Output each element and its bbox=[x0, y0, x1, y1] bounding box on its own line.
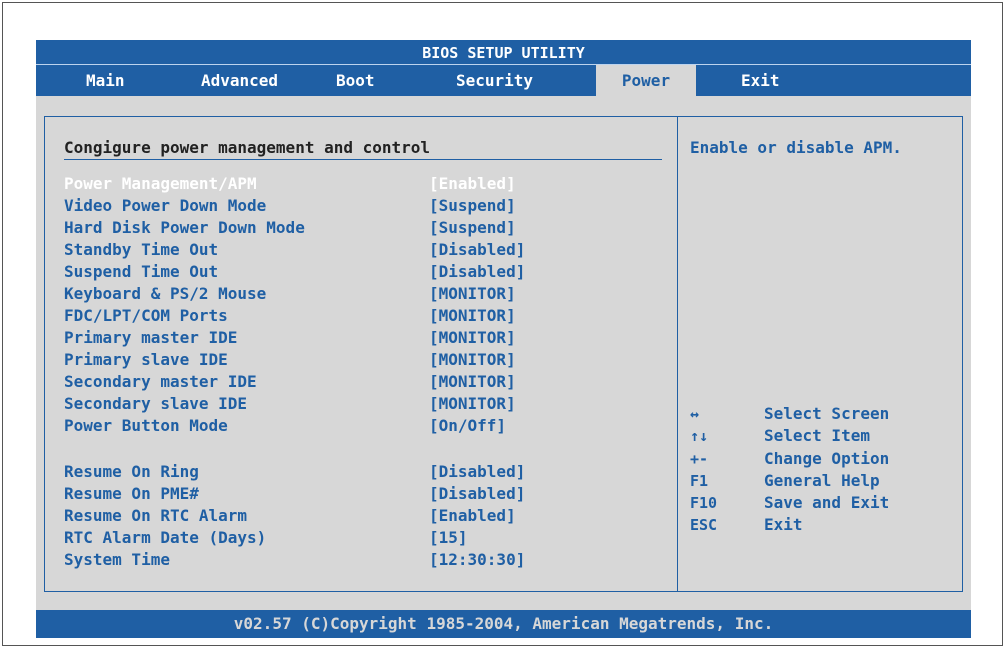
key-label: F1 bbox=[690, 472, 709, 490]
setting-resume-on-ring[interactable]: Resume On Ring [Disabled] bbox=[64, 461, 525, 483]
setting-value[interactable]: [Suspend] bbox=[429, 195, 516, 217]
setting-value[interactable]: [MONITOR] bbox=[429, 393, 516, 415]
setting-label: Resume On RTC Alarm bbox=[64, 506, 248, 525]
key-hint-exit: ESC Exit bbox=[690, 514, 803, 536]
setting-label: Primary slave IDE bbox=[64, 350, 228, 369]
setting-hard-disk-power-down-mode[interactable]: Hard Disk Power Down Mode [Suspend] bbox=[64, 217, 516, 239]
setting-suspend-time-out[interactable]: Suspend Time Out [Disabled] bbox=[64, 261, 525, 283]
setting-value[interactable]: [MONITOR] bbox=[429, 283, 516, 305]
setting-label: Resume On PME# bbox=[64, 484, 199, 503]
setting-secondary-slave-ide[interactable]: Secondary slave IDE [MONITOR] bbox=[64, 393, 516, 415]
key-action: Exit bbox=[764, 515, 803, 534]
setting-value[interactable]: [Enabled] bbox=[429, 505, 516, 527]
setting-resume-on-pme[interactable]: Resume On PME# [Disabled] bbox=[64, 483, 525, 505]
setting-keyboard-ps2-mouse[interactable]: Keyboard & PS/2 Mouse [MONITOR] bbox=[64, 283, 516, 305]
setting-primary-master-ide[interactable]: Primary master IDE [MONITOR] bbox=[64, 327, 516, 349]
setting-label: Secondary slave IDE bbox=[64, 394, 248, 413]
section-title: Congigure power management and control bbox=[64, 138, 431, 157]
setting-label: RTC Alarm Date (Days) bbox=[64, 528, 267, 547]
setting-value[interactable]: [15] bbox=[429, 527, 468, 549]
setting-label: Power Management/APM bbox=[64, 174, 257, 193]
setting-label: Secondary master IDE bbox=[64, 372, 257, 391]
setting-primary-slave-ide[interactable]: Primary slave IDE [MONITOR] bbox=[64, 349, 516, 371]
setting-standby-time-out[interactable]: Standby Time Out [Disabled] bbox=[64, 239, 525, 261]
setting-power-button-mode[interactable]: Power Button Mode [On/Off] bbox=[64, 415, 506, 437]
setting-value[interactable]: [Disabled] bbox=[429, 261, 525, 283]
key-label: ESC bbox=[690, 516, 718, 534]
setting-value[interactable]: [MONITOR] bbox=[429, 305, 516, 327]
key-label: +- bbox=[690, 450, 709, 468]
setting-value[interactable]: [12:30:30] bbox=[429, 549, 525, 571]
setting-system-time[interactable]: System Time [12:30:30] bbox=[64, 549, 525, 571]
key-action: Change Option bbox=[764, 449, 890, 468]
section-divider bbox=[64, 159, 662, 160]
setting-label: Primary master IDE bbox=[64, 328, 238, 347]
setting-value[interactable]: [Disabled] bbox=[429, 483, 525, 505]
left-right-arrow-icon: ↔ bbox=[690, 405, 700, 423]
key-action: Save and Exit bbox=[764, 493, 890, 512]
setting-resume-on-rtc-alarm[interactable]: Resume On RTC Alarm [Enabled] bbox=[64, 505, 516, 527]
setting-value[interactable]: [On/Off] bbox=[429, 415, 506, 437]
setting-power-management-apm[interactable]: Power Management/APM [Enabled] bbox=[64, 173, 516, 195]
setting-video-power-down-mode[interactable]: Video Power Down Mode [Suspend] bbox=[64, 195, 516, 217]
bios-content: Congigure power management and control P… bbox=[36, 40, 971, 640]
key-label: F10 bbox=[690, 494, 718, 512]
setting-value[interactable]: [MONITOR] bbox=[429, 327, 516, 349]
setting-label: Keyboard & PS/2 Mouse bbox=[64, 284, 267, 303]
setting-label: FDC/LPT/COM Ports bbox=[64, 306, 228, 325]
setting-fdc-lpt-com-ports[interactable]: FDC/LPT/COM Ports [MONITOR] bbox=[64, 305, 516, 327]
key-hint-change-option: +- Change Option bbox=[690, 448, 889, 470]
help-text: Enable or disable APM. bbox=[690, 138, 902, 157]
setting-label: Video Power Down Mode bbox=[64, 196, 267, 215]
setting-value[interactable]: [MONITOR] bbox=[429, 371, 516, 393]
setting-value[interactable]: [Enabled] bbox=[429, 173, 516, 195]
key-hint-select-item: ↑↓ Select Item bbox=[690, 425, 870, 447]
setting-label: Standby Time Out bbox=[64, 240, 219, 259]
up-down-arrow-icon: ↑↓ bbox=[690, 427, 709, 445]
setting-value[interactable]: [Disabled] bbox=[429, 239, 525, 261]
setting-value[interactable]: [MONITOR] bbox=[429, 349, 516, 371]
setting-value[interactable]: [Suspend] bbox=[429, 217, 516, 239]
setting-rtc-alarm-date[interactable]: RTC Alarm Date (Days) [15] bbox=[64, 527, 468, 549]
setting-label: System Time bbox=[64, 550, 170, 569]
setting-label: Resume On Ring bbox=[64, 462, 199, 481]
setting-secondary-master-ide[interactable]: Secondary master IDE [MONITOR] bbox=[64, 371, 516, 393]
setting-label: Power Button Mode bbox=[64, 416, 228, 435]
key-action: General Help bbox=[764, 471, 880, 490]
key-hint-save-and-exit: F10 Save and Exit bbox=[690, 492, 889, 514]
key-action: Select Item bbox=[764, 426, 870, 445]
setting-label: Hard Disk Power Down Mode bbox=[64, 218, 305, 237]
setting-label: Suspend Time Out bbox=[64, 262, 219, 281]
key-hint-general-help: F1 General Help bbox=[690, 470, 880, 492]
key-action: Select Screen bbox=[764, 404, 890, 423]
key-hint-select-screen: ↔ Select Screen bbox=[690, 403, 889, 425]
setting-value[interactable]: [Disabled] bbox=[429, 461, 525, 483]
